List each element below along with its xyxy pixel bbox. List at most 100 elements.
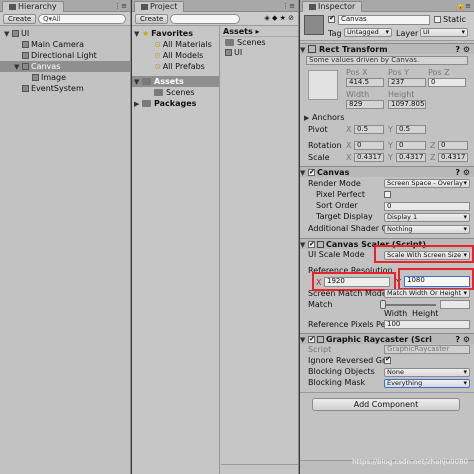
create-button[interactable]: Create: [3, 14, 37, 24]
rect-transform-icon: [308, 45, 316, 53]
script-field: GraphicRaycaster: [384, 345, 470, 354]
asset-zoom-slider[interactable]: [221, 464, 298, 474]
filter-icons[interactable]: ◈ ◆ ★ ⊘: [264, 14, 294, 22]
target-display-dropdown[interactable]: Display 1: [384, 213, 470, 222]
project-tree-item[interactable]: ⊙ All Materials: [132, 39, 219, 50]
match-slider-handle[interactable]: [380, 300, 386, 309]
width-field[interactable]: 829: [346, 100, 384, 109]
ignore-reversed-graphics-label: Ignore Reversed Gra: [308, 356, 391, 365]
hierarchy-item[interactable]: Main Camera: [0, 39, 130, 50]
asset-label: UI: [234, 48, 243, 57]
breadcrumb[interactable]: Assets ▸: [221, 26, 298, 37]
gameobject-icon: [22, 63, 29, 70]
rot-z-field[interactable]: 0: [438, 141, 468, 150]
canvas-component-header[interactable]: ▼Canvas ? ⚙: [300, 166, 474, 178]
project-tree-label: All Prefabs: [162, 62, 205, 71]
scale-y-field[interactable]: 0.4317: [396, 153, 426, 162]
hierarchy-item[interactable]: Image: [0, 72, 130, 83]
search-input[interactable]: [170, 14, 240, 24]
panel-menu-icon[interactable]: ⋮≡: [114, 2, 127, 10]
graphic-raycaster-header[interactable]: ▼Graphic Raycaster (Scri ? ⚙: [300, 333, 474, 345]
expand-arrow-icon[interactable]: ▶: [134, 99, 142, 110]
panel-menu-icon[interactable]: ⋮≡: [282, 2, 295, 10]
scale-z-field[interactable]: 0.4317: [438, 153, 468, 162]
unity-scene-icon: [12, 30, 19, 37]
canvas-scaler-enabled-checkbox[interactable]: [308, 239, 315, 250]
pivot-label: Pivot: [308, 125, 328, 134]
match-slider-track[interactable]: [384, 304, 436, 306]
rect-transform-header[interactable]: ▼ Rect Transform ? ⚙: [300, 43, 474, 54]
pixel-perfect-checkbox[interactable]: [384, 191, 391, 198]
rot-y-field[interactable]: 0: [396, 141, 426, 150]
folder-icon: [154, 89, 163, 96]
component-settings-icon[interactable]: ? ⚙: [455, 334, 470, 345]
match-width-label: Width: [384, 309, 408, 318]
tab-project[interactable]: Project: [134, 1, 185, 12]
search-icon: ⊙: [154, 62, 161, 71]
pos-y-field[interactable]: 237: [388, 78, 426, 87]
unity-scene-icon: [225, 49, 232, 56]
hierarchy-list: ▼ UI Main Camera Directional Light ▼ Canvas Im…: [0, 26, 130, 474]
project-tree-item[interactable]: Scenes: [132, 87, 219, 98]
screen-match-mode-label: Screen Match Mode: [308, 289, 387, 298]
hierarchy-icon: [9, 4, 16, 10]
gameobject-icon: [22, 85, 29, 92]
project-tree-item[interactable]: ▼ Assets: [132, 76, 219, 87]
anchors-foldout[interactable]: ▶ Anchors: [304, 113, 344, 122]
info-icon: [309, 4, 316, 10]
screen-match-mode-dropdown[interactable]: Match Width Or Height: [384, 289, 470, 298]
project-tree-item[interactable]: ⊙ All Models: [132, 50, 219, 61]
search-input[interactable]: Q▾All: [38, 14, 126, 24]
reference-pixels-per-unit-field[interactable]: 100: [384, 320, 470, 329]
hierarchy-item[interactable]: ▼ UI: [0, 28, 130, 39]
tab-hierarchy[interactable]: Hierarchy: [2, 1, 64, 12]
match-value-field[interactable]: [440, 300, 470, 309]
shader-channels-dropdown[interactable]: Nothing: [384, 225, 470, 234]
script-icon: [317, 336, 324, 343]
hierarchy-item-label: EventSystem: [31, 84, 84, 93]
add-component-button[interactable]: Add Component: [312, 398, 460, 411]
pivot-x-field[interactable]: 0.5: [354, 125, 384, 134]
layer-dropdown[interactable]: UI: [420, 28, 468, 37]
pos-z-field[interactable]: 0: [428, 78, 466, 87]
pivot-y-field[interactable]: 0.5: [396, 125, 426, 134]
anchor-preset-icon[interactable]: [308, 70, 338, 100]
tab-inspector[interactable]: Inspector: [302, 1, 363, 12]
hierarchy-item[interactable]: Directional Light: [0, 50, 130, 61]
static-checkbox[interactable]: [434, 16, 441, 23]
component-settings-icon[interactable]: ? ⚙: [455, 167, 470, 178]
hierarchy-tabbar: Hierarchy ⋮≡: [0, 0, 130, 12]
render-mode-dropdown[interactable]: Screen Space - Overlay: [384, 179, 470, 188]
panel-menu-icon[interactable]: 🔒≡: [456, 2, 471, 10]
project-tree-item[interactable]: ▶ Packages: [132, 98, 219, 109]
hierarchy-item[interactable]: ▼ Canvas: [0, 61, 130, 72]
active-checkbox[interactable]: [328, 14, 335, 23]
rot-x-field[interactable]: 0: [354, 141, 384, 150]
search-icon: ⊙: [154, 51, 161, 60]
blocking-objects-dropdown[interactable]: None: [384, 368, 470, 377]
project-tree-item[interactable]: ⊙ All Prefabs: [132, 61, 219, 72]
height-field[interactable]: 1097.805: [388, 100, 426, 109]
component-settings-icon[interactable]: ? ⚙: [455, 44, 470, 55]
sort-order-label: Sort Order: [316, 201, 358, 210]
gameobject-icon: [304, 15, 324, 35]
sort-order-field[interactable]: 0: [384, 202, 470, 211]
pos-z-label: Pos Z: [428, 68, 450, 77]
project-tree-item[interactable]: ▼ ★ Favorites: [132, 28, 219, 39]
gameobject-icon: [32, 74, 39, 81]
star-icon: ★: [142, 29, 150, 38]
asset-item[interactable]: UI: [221, 47, 298, 58]
pos-x-field[interactable]: 414.5: [346, 78, 384, 87]
script-icon: [317, 241, 324, 248]
tag-dropdown[interactable]: Untagged: [344, 28, 392, 37]
graphic-raycaster-enabled-checkbox[interactable]: [308, 334, 315, 345]
create-button[interactable]: Create: [135, 14, 169, 24]
match-height-label: Height: [412, 309, 439, 318]
ignore-reversed-graphics-checkbox[interactable]: [384, 355, 391, 364]
canvas-enabled-checkbox[interactable]: [308, 167, 315, 178]
scale-x-field[interactable]: 0.4317: [354, 153, 384, 162]
blocking-mask-dropdown[interactable]: Everything: [384, 379, 470, 388]
project-tree-label: Favorites: [151, 29, 193, 38]
name-field[interactable]: Canvas: [338, 15, 430, 25]
hierarchy-item[interactable]: EventSystem: [0, 83, 130, 94]
